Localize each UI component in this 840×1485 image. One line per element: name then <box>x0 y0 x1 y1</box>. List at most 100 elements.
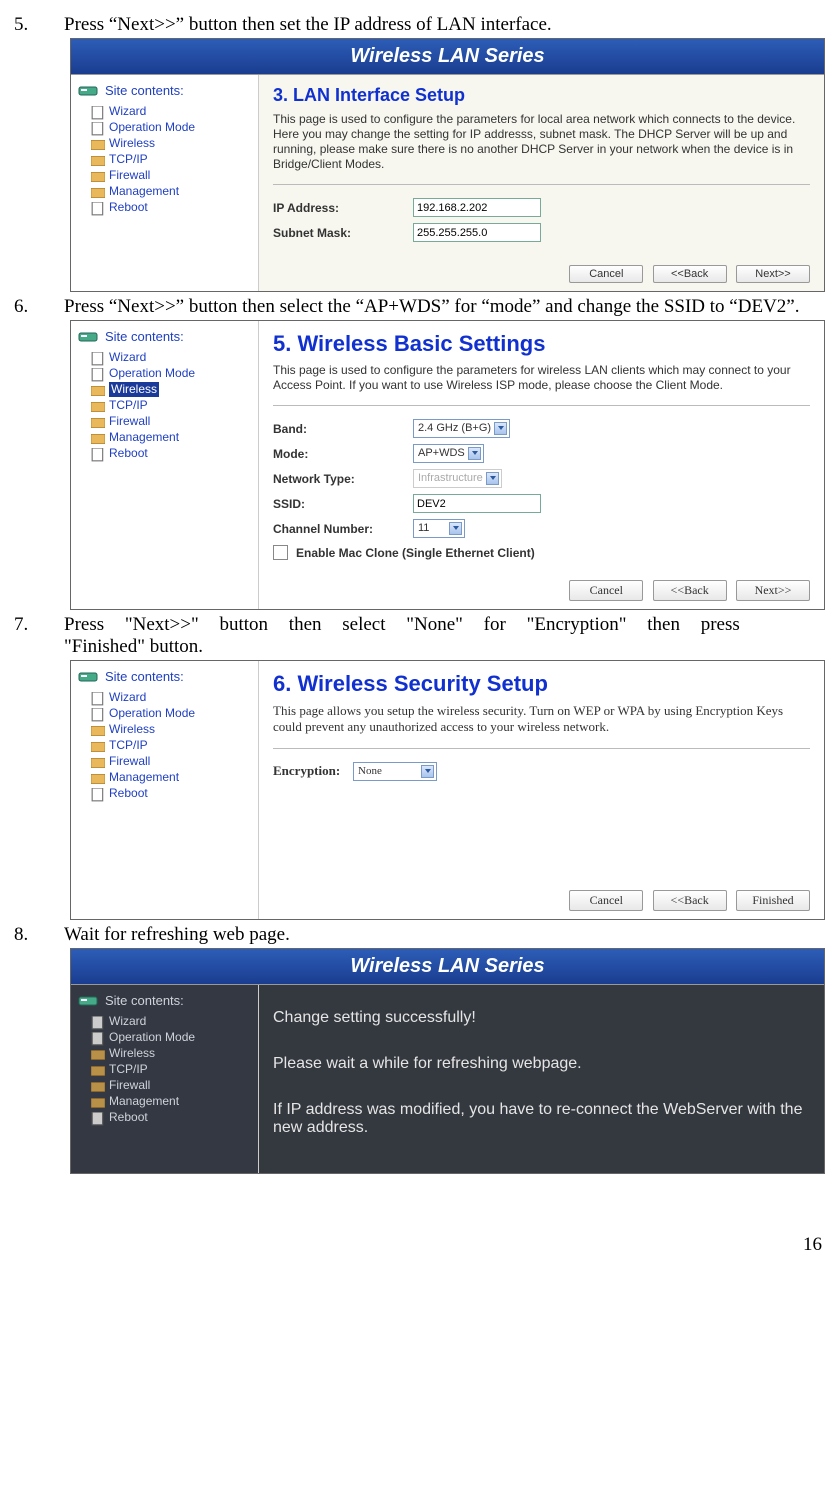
ip-label: IP Address: <box>273 201 413 215</box>
page-icon <box>91 788 105 800</box>
finished-button[interactable]: Finished <box>736 890 810 911</box>
device-icon <box>77 994 99 1008</box>
sidebar-item-management[interactable]: Management <box>73 1094 258 1110</box>
status-line-2: Please wait a while for refreshing webpa… <box>273 1055 810 1073</box>
sidebar: Site contents: Wizard Operation Mode Wir… <box>71 321 259 609</box>
content-lan: 3. LAN Interface Setup This page is used… <box>259 75 824 291</box>
folder-icon <box>91 416 105 428</box>
sidebar-item-wireless[interactable]: Wireless <box>73 382 258 398</box>
sidebar-item-tcpip[interactable]: TCP/IP <box>73 1062 258 1078</box>
step-text: Press “Next>>” button then set the IP ad… <box>64 14 830 36</box>
sidebar-item-wizard[interactable]: Wizard <box>73 1014 258 1030</box>
back-button[interactable]: <<Back <box>653 265 727 283</box>
screenshot-lan-setup: Wireless LAN Series Site contents: Wizar… <box>70 38 825 292</box>
sidebar-item-wireless[interactable]: Wireless <box>73 1046 258 1062</box>
screenshot-security: Site contents: Wizard Operation Mode Wir… <box>70 660 825 920</box>
sidebar: Site contents: Wizard Operation Mode Wir… <box>71 985 259 1173</box>
folder-icon <box>91 1096 105 1108</box>
mask-input[interactable] <box>413 223 541 242</box>
sidebar-item-tcpip[interactable]: TCP/IP <box>73 398 258 414</box>
folder-icon <box>91 384 105 396</box>
folder-icon <box>91 138 105 150</box>
step-5: 5. Press “Next>>” button then set the IP… <box>10 14 830 36</box>
sidebar-title: Site contents: <box>73 327 258 350</box>
mode-label: Mode: <box>273 447 413 461</box>
mode-select[interactable]: AP+WDS <box>413 444 484 463</box>
content-title: 5. Wireless Basic Settings <box>273 331 810 357</box>
folder-icon <box>91 170 105 182</box>
status-line-3: If IP address was modified, you have to … <box>273 1101 810 1137</box>
ip-input[interactable] <box>413 198 541 217</box>
ssid-label: SSID: <box>273 497 413 511</box>
back-button[interactable]: <<Back <box>653 890 727 911</box>
sidebar-item-firewall[interactable]: Firewall <box>73 168 258 184</box>
sidebar-item-management[interactable]: Management <box>73 184 258 200</box>
sidebar-item-tcpip[interactable]: TCP/IP <box>73 152 258 168</box>
banner-title: Wireless LAN Series <box>71 39 824 75</box>
nettype-label: Network Type: <box>273 472 413 486</box>
sidebar-item-reboot[interactable]: Reboot <box>73 200 258 216</box>
sidebar-item-wizard[interactable]: Wizard <box>73 690 258 706</box>
sidebar-item-management[interactable]: Management <box>73 430 258 446</box>
next-button[interactable]: Next>> <box>736 265 810 283</box>
band-select[interactable]: 2.4 GHz (B+G) <box>413 419 510 438</box>
folder-icon <box>91 772 105 784</box>
folder-icon <box>91 1064 105 1076</box>
step-text: Wait for refreshing web page. <box>64 924 830 946</box>
folder-icon <box>91 1048 105 1060</box>
screenshot-refresh: Wireless LAN Series Site contents: Wizar… <box>70 948 825 1174</box>
next-button[interactable]: Next>> <box>736 580 810 601</box>
sidebar-item-firewall[interactable]: Firewall <box>73 754 258 770</box>
device-icon <box>77 330 99 344</box>
divider <box>273 184 810 185</box>
page-icon <box>91 368 105 380</box>
divider <box>273 748 810 749</box>
sidebar-item-reboot[interactable]: Reboot <box>73 1110 258 1126</box>
step-number: 8. <box>10 924 64 946</box>
ssid-input[interactable] <box>413 494 541 513</box>
page-icon <box>91 352 105 364</box>
back-button[interactable]: <<Back <box>653 580 727 601</box>
sidebar-item-wizard[interactable]: Wizard <box>73 350 258 366</box>
content-desc: This page is used to configure the param… <box>273 112 810 172</box>
folder-icon <box>91 724 105 736</box>
device-icon <box>77 84 99 98</box>
sidebar-item-firewall[interactable]: Firewall <box>73 1078 258 1094</box>
divider <box>273 405 810 406</box>
sidebar-item-firewall[interactable]: Firewall <box>73 414 258 430</box>
sidebar-item-opmode[interactable]: Operation Mode <box>73 120 258 136</box>
page-icon <box>91 448 105 460</box>
nettype-select: Infrastructure <box>413 469 502 488</box>
sidebar-item-reboot[interactable]: Reboot <box>73 786 258 802</box>
sidebar-item-opmode[interactable]: Operation Mode <box>73 706 258 722</box>
cancel-button[interactable]: Cancel <box>569 265 643 283</box>
mac-clone-label: Enable Mac Clone (Single Ethernet Client… <box>296 546 535 560</box>
sidebar-item-opmode[interactable]: Operation Mode <box>73 1030 258 1046</box>
folder-icon <box>91 186 105 198</box>
mask-label: Subnet Mask: <box>273 226 413 240</box>
content-security: 6. Wireless Security Setup This page all… <box>259 661 824 919</box>
sidebar-item-wireless[interactable]: Wireless <box>73 136 258 152</box>
sidebar-item-wireless[interactable]: Wireless <box>73 722 258 738</box>
channel-select[interactable]: 11 <box>413 519 465 538</box>
page-icon <box>91 708 105 720</box>
sidebar-item-management[interactable]: Management <box>73 770 258 786</box>
folder-icon <box>91 432 105 444</box>
sidebar-item-wizard[interactable]: Wizard <box>73 104 258 120</box>
sidebar-item-reboot[interactable]: Reboot <box>73 446 258 462</box>
band-label: Band: <box>273 422 413 436</box>
banner-title: Wireless LAN Series <box>71 949 824 985</box>
encryption-select[interactable]: None <box>353 762 437 781</box>
sidebar-item-tcpip[interactable]: TCP/IP <box>73 738 258 754</box>
page-icon <box>91 1112 105 1124</box>
sidebar: Site contents: Wizard Operation Mode Wir… <box>71 75 259 291</box>
cancel-button[interactable]: Cancel <box>569 580 643 601</box>
folder-icon <box>91 740 105 752</box>
cancel-button[interactable]: Cancel <box>569 890 643 911</box>
status-line-1: Change setting successfully! <box>273 1009 810 1027</box>
step-text: Press "Next>>" button then select "None"… <box>64 614 830 658</box>
sidebar-title: Site contents: <box>73 991 258 1014</box>
content-refresh: Change setting successfully! Please wait… <box>259 985 824 1173</box>
mac-clone-checkbox[interactable] <box>273 545 288 560</box>
sidebar-item-opmode[interactable]: Operation Mode <box>73 366 258 382</box>
